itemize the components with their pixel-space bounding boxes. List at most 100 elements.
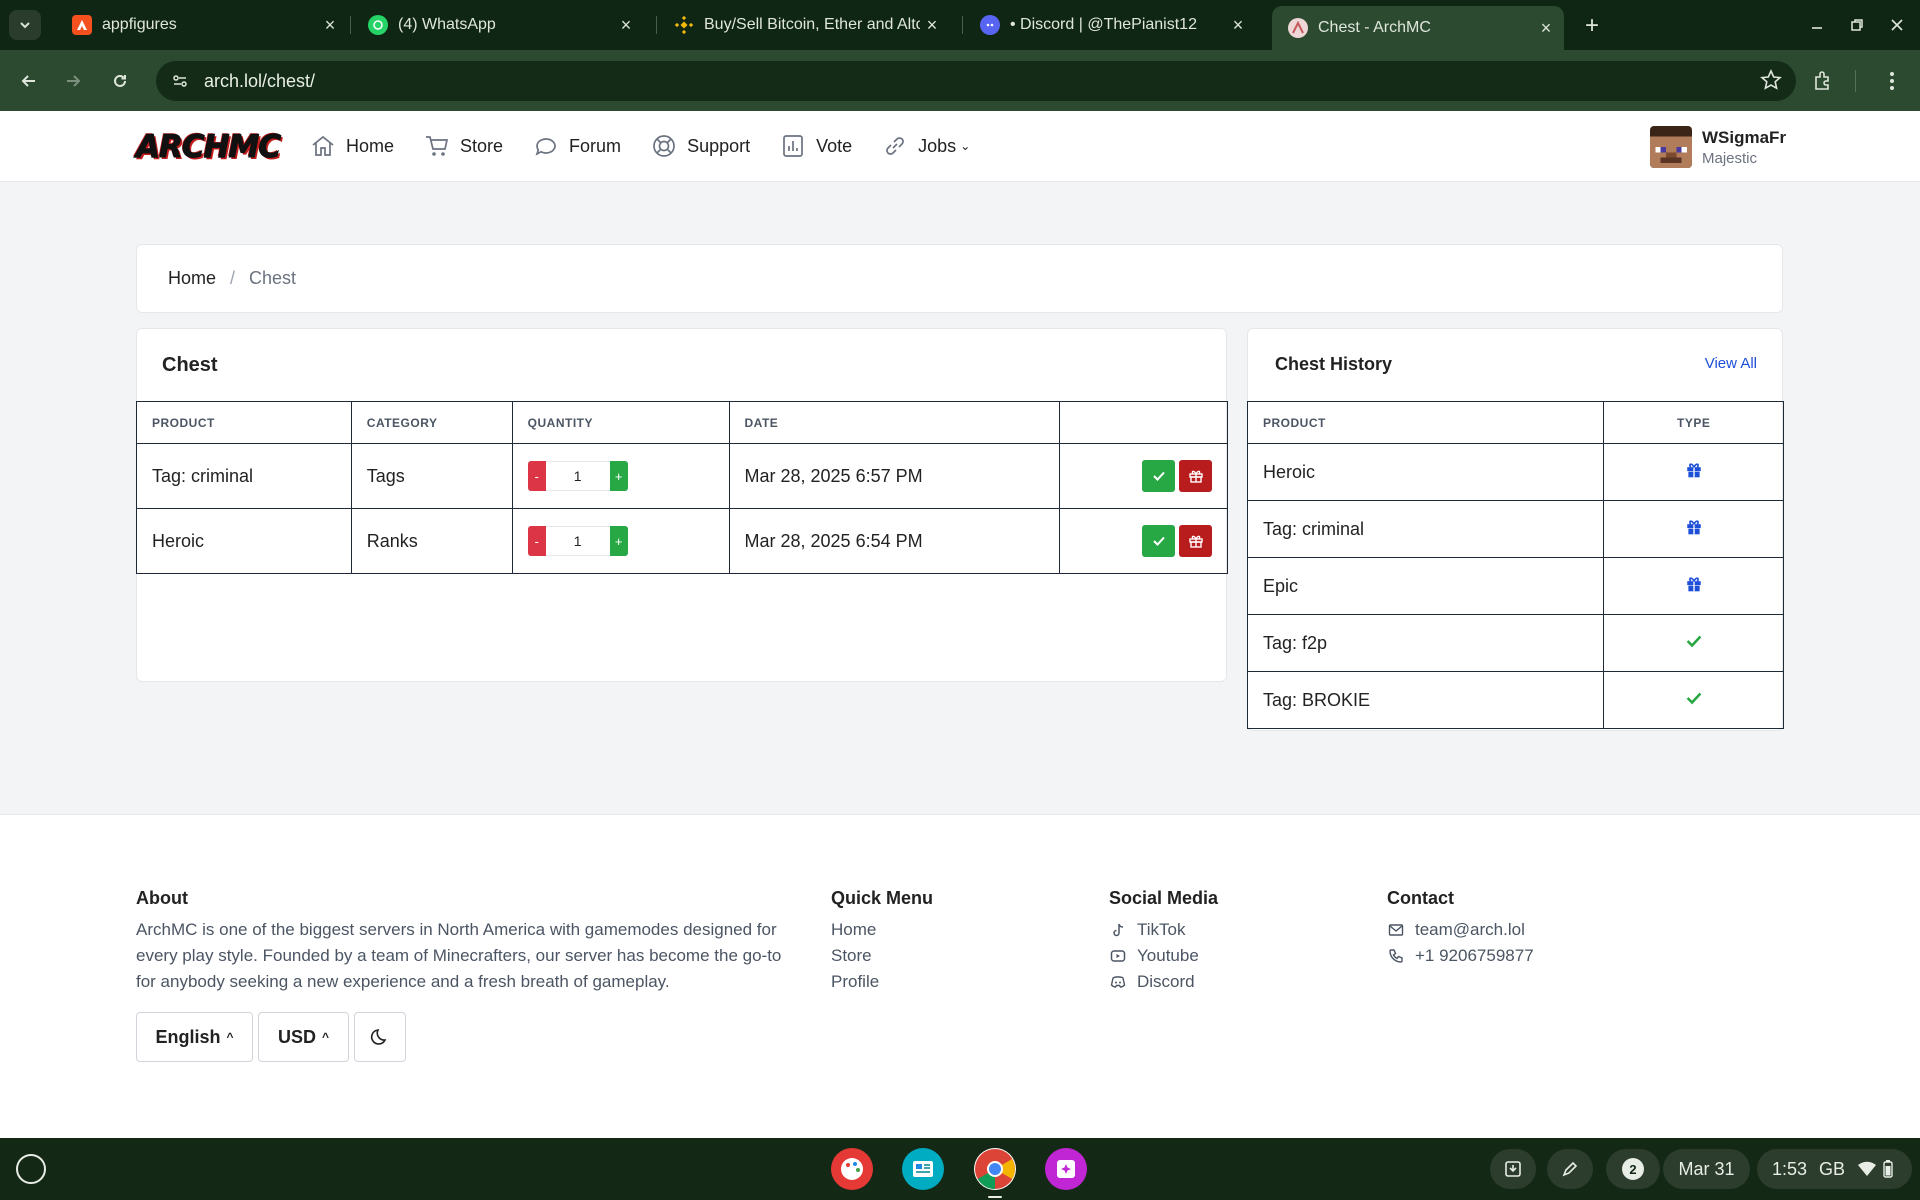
close-icon[interactable]: × (1534, 16, 1558, 40)
tab-search-button[interactable] (9, 10, 41, 40)
calendar-date-button[interactable]: Mar 31 (1663, 1149, 1750, 1189)
chat-icon (533, 133, 559, 159)
browser-tab-appfigures[interactable]: appfigures × (56, 8, 348, 42)
chevron-up-icon: ^ (226, 1030, 234, 1044)
photos-app-icon[interactable] (1045, 1148, 1087, 1190)
restore-icon[interactable] (1843, 12, 1871, 38)
footer-email[interactable]: team@arch.lol (1387, 917, 1534, 943)
active-app-indicator (988, 1196, 1002, 1198)
news-app-icon[interactable] (902, 1148, 944, 1190)
product-cell: Heroic (136, 508, 352, 574)
type-cell (1603, 500, 1784, 558)
browser-tab-discord[interactable]: • Discord | @ThePianist12 × (964, 8, 1256, 42)
date-cell: Mar 28, 2025 6:57 PM (728, 443, 1061, 509)
footer-link-tiktok[interactable]: TikTok (1109, 917, 1218, 943)
wifi-icon (1858, 1161, 1877, 1176)
tab-title: • Discord | @ThePianist12 (1010, 16, 1197, 33)
close-icon[interactable]: × (614, 13, 638, 37)
site-info-icon[interactable] (160, 61, 200, 101)
shelf-date: Mar 31 (1678, 1158, 1735, 1179)
launcher-button[interactable] (16, 1154, 46, 1184)
minimize-icon[interactable] (1803, 12, 1831, 38)
increase-quantity-button[interactable]: + (609, 526, 628, 556)
footer-link-profile[interactable]: Profile (831, 969, 933, 995)
footer-link-discord-label: Discord (1137, 972, 1195, 991)
table-header-row: PRODUCT CATEGORY QUANTITY DATE (136, 401, 1228, 444)
chest-title: Chest (162, 354, 218, 376)
more-menu-icon[interactable] (1877, 66, 1907, 96)
table-row: Tag: f2p (1246, 614, 1784, 672)
extensions-icon[interactable] (1808, 66, 1838, 96)
chrome-app-icon[interactable] (974, 1148, 1016, 1190)
table-row: Tag: criminal (1246, 500, 1784, 558)
column-header: PRODUCT (1246, 401, 1605, 444)
moon-icon (370, 1029, 387, 1045)
nav-vote[interactable]: Vote (780, 131, 852, 161)
close-icon[interactable]: × (1226, 13, 1250, 37)
gift-button[interactable] (1179, 460, 1212, 492)
nav-jobs[interactable]: Jobs ⌄ (882, 131, 970, 161)
stylus-pen-icon[interactable] (1547, 1149, 1593, 1189)
browser-tab-binance[interactable]: Buy/Sell Bitcoin, Ether and Altcoins × (658, 8, 950, 42)
nav-vote-label: Vote (816, 135, 853, 156)
claim-button[interactable] (1142, 525, 1175, 557)
breadcrumb-current: Chest (249, 268, 297, 288)
chevron-down-icon (20, 22, 30, 29)
footer-phone-text: +1 9206759877 (1415, 946, 1534, 965)
history-table: PRODUCT TYPE Heroic Tag: criminal Epic T… (1246, 401, 1784, 729)
footer-link-store[interactable]: Store (831, 943, 933, 969)
quantity-input[interactable]: 1 (545, 526, 610, 556)
column-header: TYPE (1603, 401, 1784, 444)
system-tray[interactable]: 1:53 GB (1757, 1149, 1912, 1189)
bookmark-star-icon[interactable] (1760, 69, 1782, 91)
back-icon[interactable] (14, 66, 44, 96)
nav-store[interactable]: Store (424, 131, 503, 161)
tab-separator (656, 16, 657, 34)
close-icon[interactable]: × (318, 13, 342, 37)
new-tab-button[interactable]: + (1578, 12, 1606, 40)
archmc-logo[interactable]: ARCHMC (135, 129, 281, 166)
browser-tab-whatsapp[interactable]: (4) WhatsApp × (352, 8, 644, 42)
nav-forum[interactable]: Forum (533, 131, 621, 161)
palette-app-icon[interactable] (831, 1148, 873, 1190)
nav-support[interactable]: Support (651, 131, 750, 161)
footer-link-discord[interactable]: Discord (1109, 969, 1218, 995)
browser-tab-archmc[interactable]: Chest - ArchMC × (1272, 6, 1564, 50)
address-bar[interactable]: arch.lol/chest/ (156, 61, 1796, 101)
claim-button[interactable] (1142, 460, 1175, 492)
decrease-quantity-button[interactable]: - (527, 461, 546, 491)
increase-quantity-button[interactable]: + (609, 461, 628, 491)
view-all-link[interactable]: View All (1705, 355, 1757, 372)
column-header (1059, 401, 1228, 444)
close-icon[interactable]: × (920, 13, 944, 37)
currency-select[interactable]: USD ^ (258, 1012, 349, 1062)
type-cell (1603, 557, 1784, 615)
quantity-stepper: - 1 + (527, 461, 729, 491)
notification-center-button[interactable]: 2 (1606, 1149, 1660, 1189)
gift-button[interactable] (1179, 525, 1212, 557)
footer-link-youtube[interactable]: Youtube (1109, 943, 1218, 969)
nav-store-label: Store (460, 135, 504, 156)
chart-icon (780, 133, 806, 159)
footer-about: About ArchMC is one of the biggest serve… (136, 888, 796, 995)
footer-phone[interactable]: +1 9206759877 (1387, 943, 1534, 969)
close-window-icon[interactable] (1883, 12, 1911, 38)
footer-link-home[interactable]: Home (831, 917, 933, 943)
gift-icon (1188, 470, 1203, 483)
breadcrumb-home-link[interactable]: Home (168, 268, 216, 289)
holding-space-icon[interactable] (1490, 1149, 1536, 1189)
table-row: Epic (1246, 557, 1784, 615)
quantity-input[interactable]: 1 (545, 461, 610, 491)
tab-title: (4) WhatsApp (398, 16, 496, 33)
theme-toggle-button[interactable] (354, 1012, 406, 1062)
reload-icon[interactable] (105, 66, 135, 96)
user-menu[interactable]: WSigmaFr Majestic (1650, 126, 1786, 168)
quantity-cell: - 1 + (511, 443, 730, 509)
footer-quick-menu: Quick Menu Home Store Profile (831, 888, 933, 995)
decrease-quantity-button[interactable]: - (527, 526, 546, 556)
tab-title: Chest - ArchMC (1318, 19, 1431, 36)
nav-home[interactable]: Home (310, 131, 394, 161)
browser-tab-strip: appfigures × (4) WhatsApp × Buy/Sell Bit… (0, 0, 1920, 50)
language-select[interactable]: English ^ (136, 1012, 253, 1062)
forward-icon[interactable] (58, 66, 88, 96)
